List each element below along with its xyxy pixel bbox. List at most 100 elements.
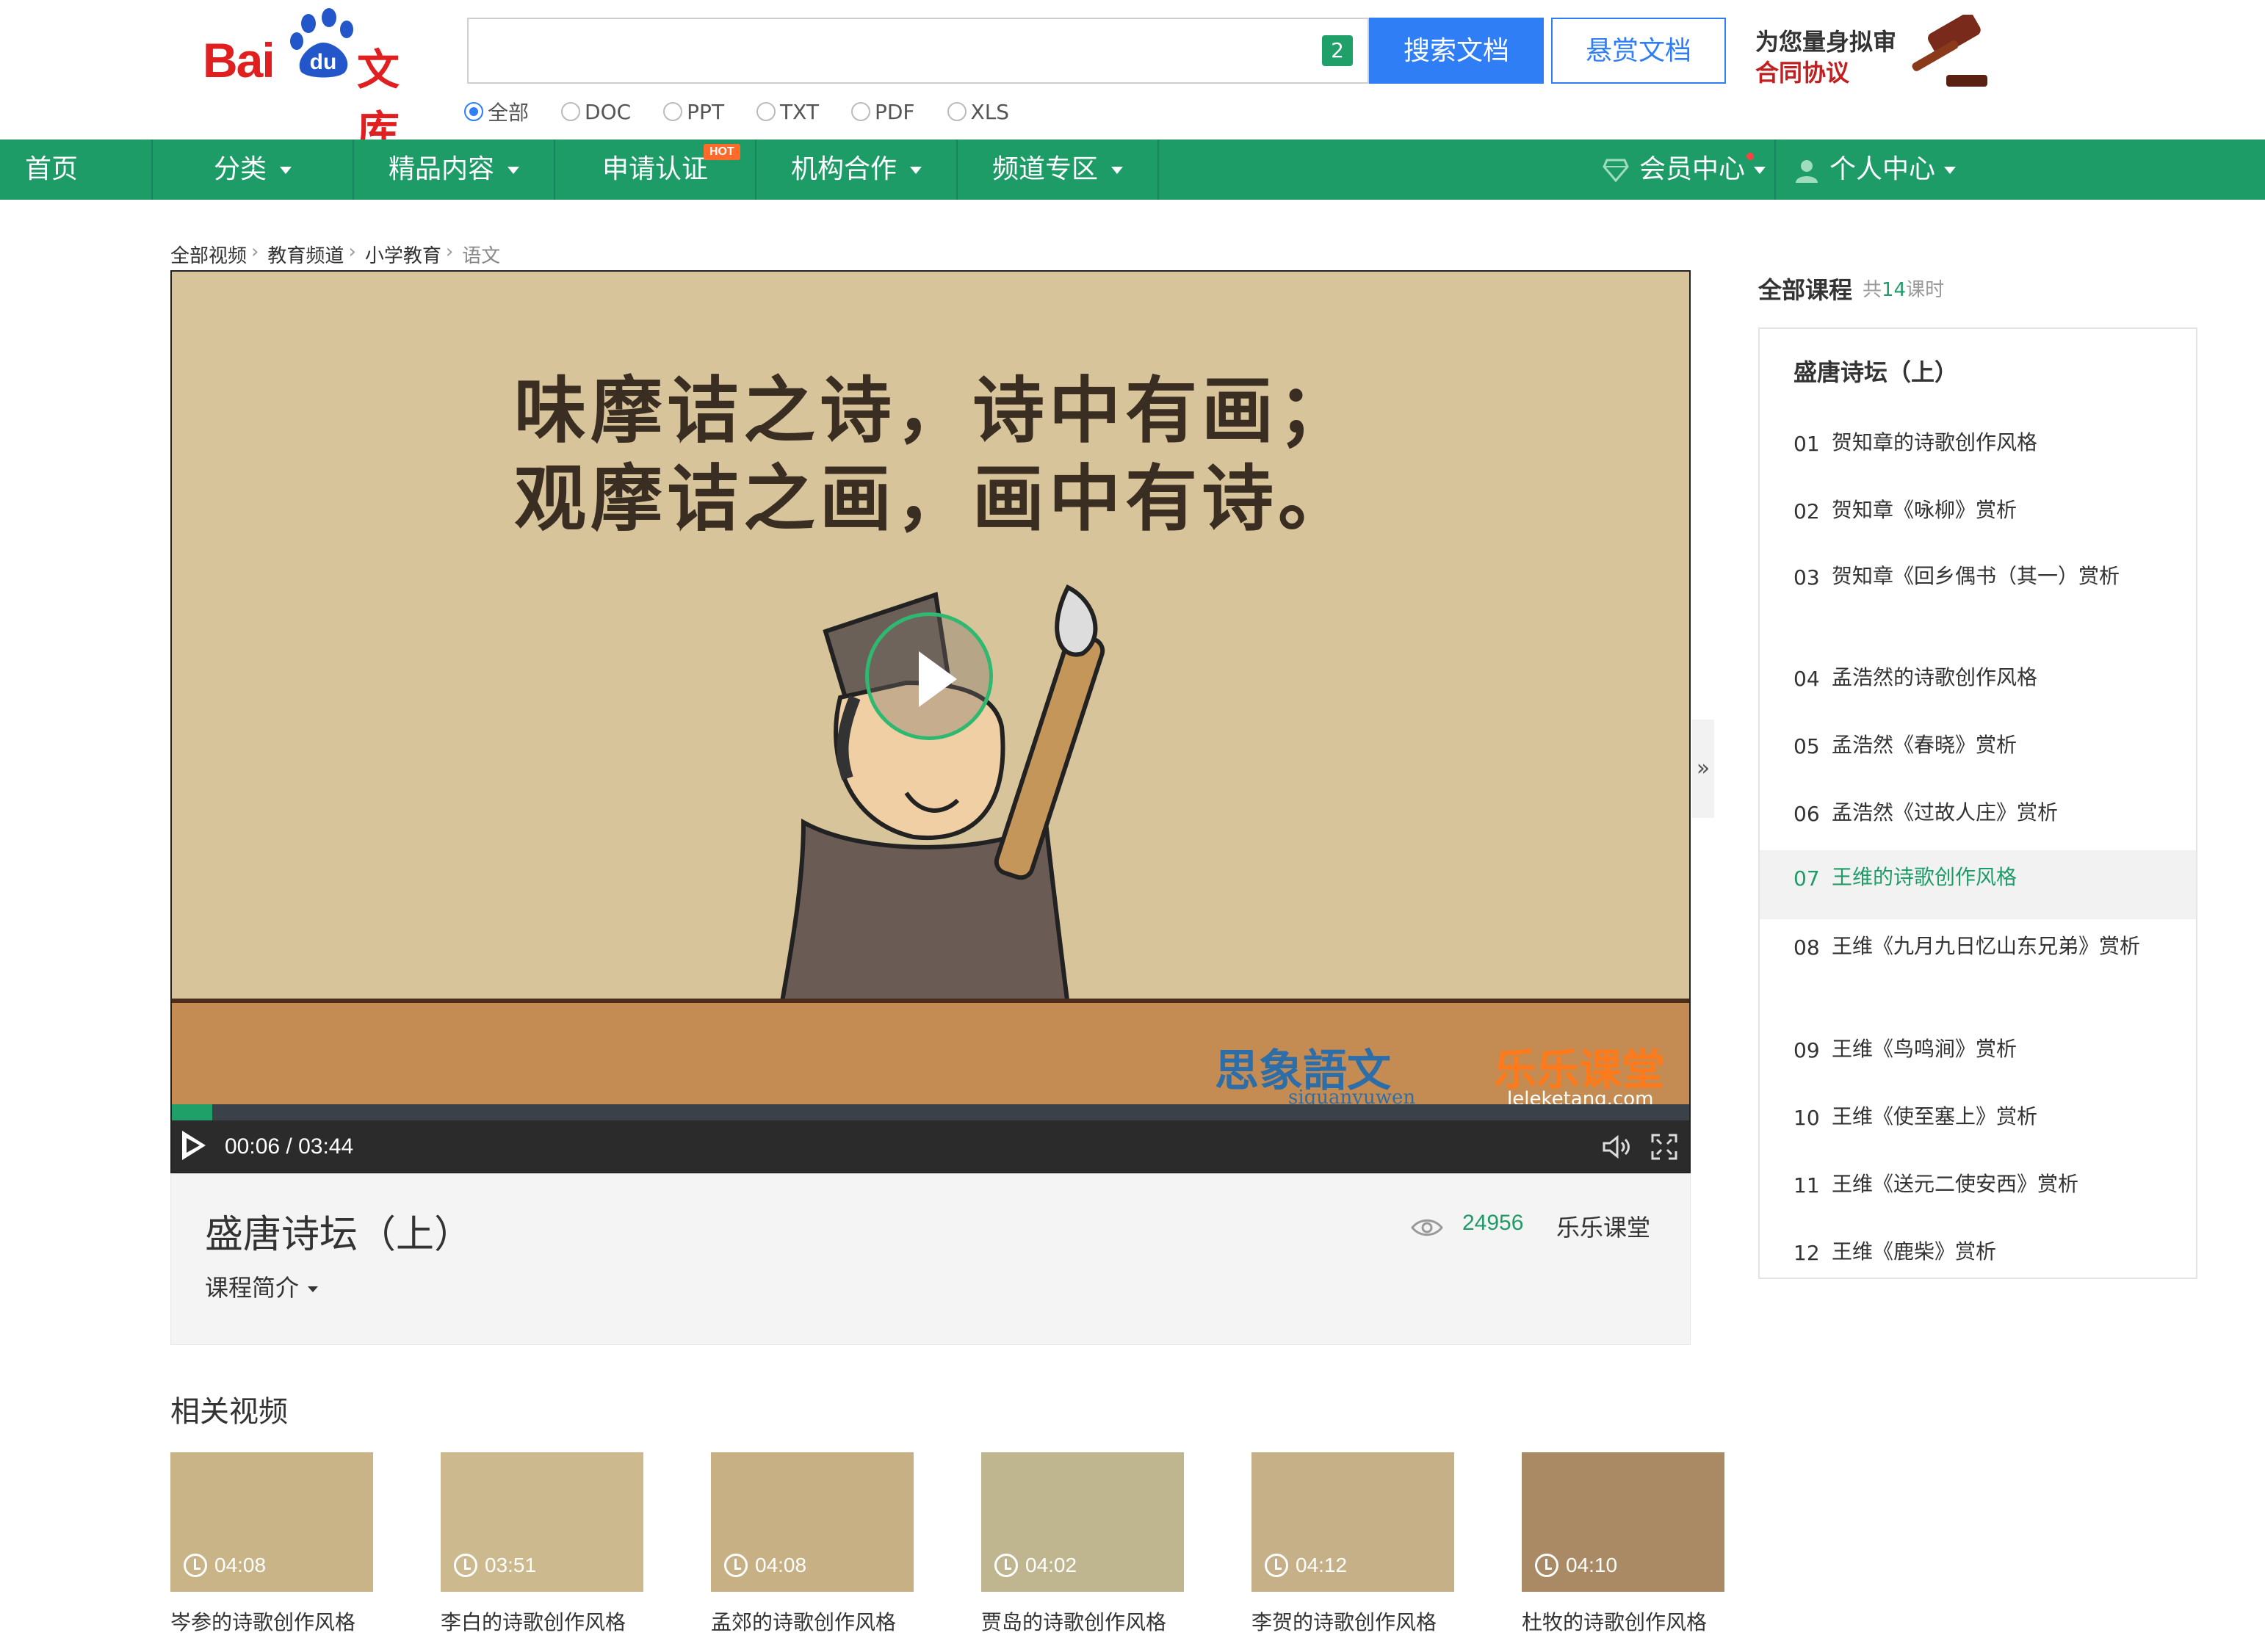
filter-label: DOC [585, 99, 632, 124]
nav-partnership[interactable]: 机构合作 [756, 140, 956, 200]
nav-divider [1157, 140, 1159, 200]
watermark-siquan: 思象語文 siquanyuwen [1215, 1035, 1415, 1104]
chevron-down-icon [910, 167, 922, 174]
lesson-item[interactable]: 01 贺知章的诗歌创作风格 [1760, 424, 2196, 476]
course-title: 盛唐诗坛（上） [205, 1213, 473, 1257]
center-play-button[interactable] [865, 612, 993, 740]
search-count-badge: 2 [1322, 35, 1353, 66]
filter-all[interactable]: 全部 [464, 97, 529, 126]
related-video-thumb[interactable]: 03:51 [441, 1452, 643, 1592]
lesson-item-active[interactable]: 07 王维的诗歌创作风格 [1760, 850, 2196, 919]
filter-pdf[interactable]: PDF [850, 97, 915, 126]
volume-icon[interactable] [1601, 1135, 1630, 1159]
contract-ad-banner[interactable]: 为您量身拟审 合同协议 [1755, 15, 1990, 95]
related-video-thumb[interactable]: 04:02 [981, 1452, 1184, 1592]
fullscreen-icon[interactable] [1651, 1134, 1677, 1160]
lesson-item[interactable]: 09 王维《鸟鸣涧》赏析 [1760, 1031, 2196, 1082]
related-video-thumb[interactable]: 04:12 [1251, 1452, 1454, 1592]
watermark-left-sub: siquanyuwen [1288, 1087, 1416, 1104]
lesson-item[interactable]: 03 贺知章《回乡偶书（其一）赏析 [1760, 558, 2196, 639]
collapse-sidebar-toggle[interactable]: » [1692, 720, 1714, 818]
chevron-right-icon: › [251, 241, 259, 263]
lesson-name: 王维《使至塞上》赏析 [1832, 1104, 2038, 1128]
nav-premium[interactable]: 精品内容 [354, 140, 554, 200]
lesson-item[interactable]: 04 孟浩然的诗歌创作风格 [1760, 659, 2196, 711]
lesson-item[interactable]: 05 孟浩然《春晓》赏析 [1760, 727, 2196, 778]
lesson-count-number: 14 [1882, 279, 1907, 301]
progress-bar[interactable] [172, 1104, 1689, 1120]
course-list[interactable]: 盛唐诗坛（上） 01 贺知章的诗歌创作风格 02 贺知章《咏柳》赏析 03 贺知章《回… [1758, 327, 2197, 1279]
radio-icon[interactable] [850, 102, 870, 121]
baidu-paw-icon: du [290, 8, 353, 78]
baidu-wenku-logo[interactable]: Bai du 文库 [203, 7, 438, 156]
breadcrumb-primary[interactable]: 小学教育 [365, 241, 441, 268]
related-video-thumb[interactable]: 04:08 [711, 1452, 914, 1592]
lesson-item[interactable]: 02 贺知章《咏柳》赏析 [1760, 492, 2196, 543]
nav-home[interactable]: 首页 [0, 140, 151, 200]
lesson-number: 10 [1793, 1106, 1820, 1130]
lesson-item[interactable]: 12 王维《鹿柴》赏析 [1760, 1233, 2196, 1278]
eye-icon [1411, 1219, 1443, 1236]
ad-line1: 为您量身拟审 [1755, 28, 1897, 56]
related-video-thumb[interactable]: 04:10 [1522, 1452, 1724, 1592]
related-video-title[interactable]: 杜牧的诗歌创作风格 [1522, 1606, 1742, 1636]
scholar-illustration [779, 584, 1105, 1006]
logo-du-text: du [310, 50, 337, 74]
progress-fill [172, 1104, 213, 1120]
view-count: 24956 [1462, 1211, 1524, 1235]
gavel-icon [1912, 15, 1987, 87]
lesson-number: 09 [1793, 1038, 1820, 1062]
chevron-right-icon: › [445, 241, 454, 263]
lesson-name: 孟浩然的诗歌创作风格 [1832, 665, 2038, 689]
filter-xls[interactable]: XLS [947, 97, 1009, 126]
nav-category[interactable]: 分类 [153, 140, 353, 200]
breadcrumb-education[interactable]: 教育频道 [267, 241, 344, 268]
filter-txt[interactable]: TXT [756, 97, 819, 126]
related-videos-heading: 相关视频 [170, 1395, 288, 1429]
radio-icon[interactable] [947, 102, 967, 121]
lesson-item[interactable]: 10 王维《使至塞上》赏析 [1760, 1098, 2196, 1150]
filter-label: PDF [874, 99, 915, 124]
related-video-thumb[interactable]: 04:08 [170, 1452, 373, 1592]
duration-label: 04:08 [184, 1554, 266, 1577]
lesson-item[interactable]: 06 孟浩然《过故人庄》赏析 [1760, 794, 2196, 846]
nav-label: 机构合作 [790, 154, 897, 184]
clock-icon [454, 1554, 477, 1577]
lesson-name: 贺知章《咏柳》赏析 [1832, 498, 2017, 522]
video-player[interactable]: 味摩诘之诗，诗中有画； 观摩诘之画，画中有诗。 思象語文 siquanyuwen… [170, 270, 1691, 1173]
breadcrumb-all-videos[interactable]: 全部视频 [170, 241, 247, 268]
video-frame[interactable]: 味摩诘之诗，诗中有画； 观摩诘之画，画中有诗。 思象語文 siquanyuwen… [172, 272, 1689, 1104]
radio-icon[interactable] [561, 102, 581, 121]
nav-channels[interactable]: 频道专区 [958, 140, 1157, 200]
course-provider[interactable]: 乐乐课堂 [1556, 1209, 1650, 1243]
filter-ppt[interactable]: PPT [663, 97, 724, 126]
related-video-title[interactable]: 孟郊的诗歌创作风格 [711, 1606, 931, 1636]
filter-doc[interactable]: DOC [561, 97, 631, 126]
radio-icon[interactable] [464, 102, 483, 121]
search-input[interactable] [469, 19, 1313, 82]
related-video-title[interactable]: 李贺的诗歌创作风格 [1251, 1606, 1472, 1636]
file-type-filters: 全部 DOC PPT TXT PDF XLS [464, 97, 1041, 126]
related-video-title[interactable]: 岑参的诗歌创作风格 [170, 1606, 391, 1636]
header: Bai du 文库 2 搜索文档 悬赏文档 为您量身拟审 合同协议 全部 DOC… [0, 0, 2265, 156]
duration-label: 04:10 [1535, 1554, 1617, 1577]
course-intro-toggle[interactable]: 课程简介 [205, 1269, 319, 1303]
lesson-item[interactable]: 08 王维《九月九日忆山东兄弟》赏析 [1760, 928, 2196, 1009]
time-display: 00:06 / 03:44 [225, 1134, 354, 1159]
nav-personal-center[interactable]: 个人中心 [1776, 140, 1974, 200]
reward-documents-button[interactable]: 悬赏文档 [1551, 18, 1726, 84]
related-video-title[interactable]: 李白的诗歌创作风格 [441, 1606, 661, 1636]
lesson-count-prefix: 共 [1863, 279, 1882, 301]
radio-icon[interactable] [756, 102, 776, 121]
nav-member-center[interactable]: 会员中心 [1594, 140, 1774, 200]
search-documents-button[interactable]: 搜索文档 [1369, 18, 1544, 84]
duration-text: 04:12 [1296, 1554, 1348, 1576]
lesson-name: 王维《送元二使安西》赏析 [1832, 1172, 2079, 1196]
lesson-number: 03 [1793, 565, 1820, 590]
user-icon [1795, 160, 1818, 183]
related-video-title[interactable]: 贾岛的诗歌创作风格 [981, 1606, 1202, 1636]
radio-icon[interactable] [663, 102, 683, 121]
lesson-number: 11 [1793, 1173, 1820, 1198]
duration-label: 03:51 [454, 1554, 536, 1577]
lesson-item[interactable]: 11 王维《送元二使安西》赏析 [1760, 1166, 2196, 1217]
